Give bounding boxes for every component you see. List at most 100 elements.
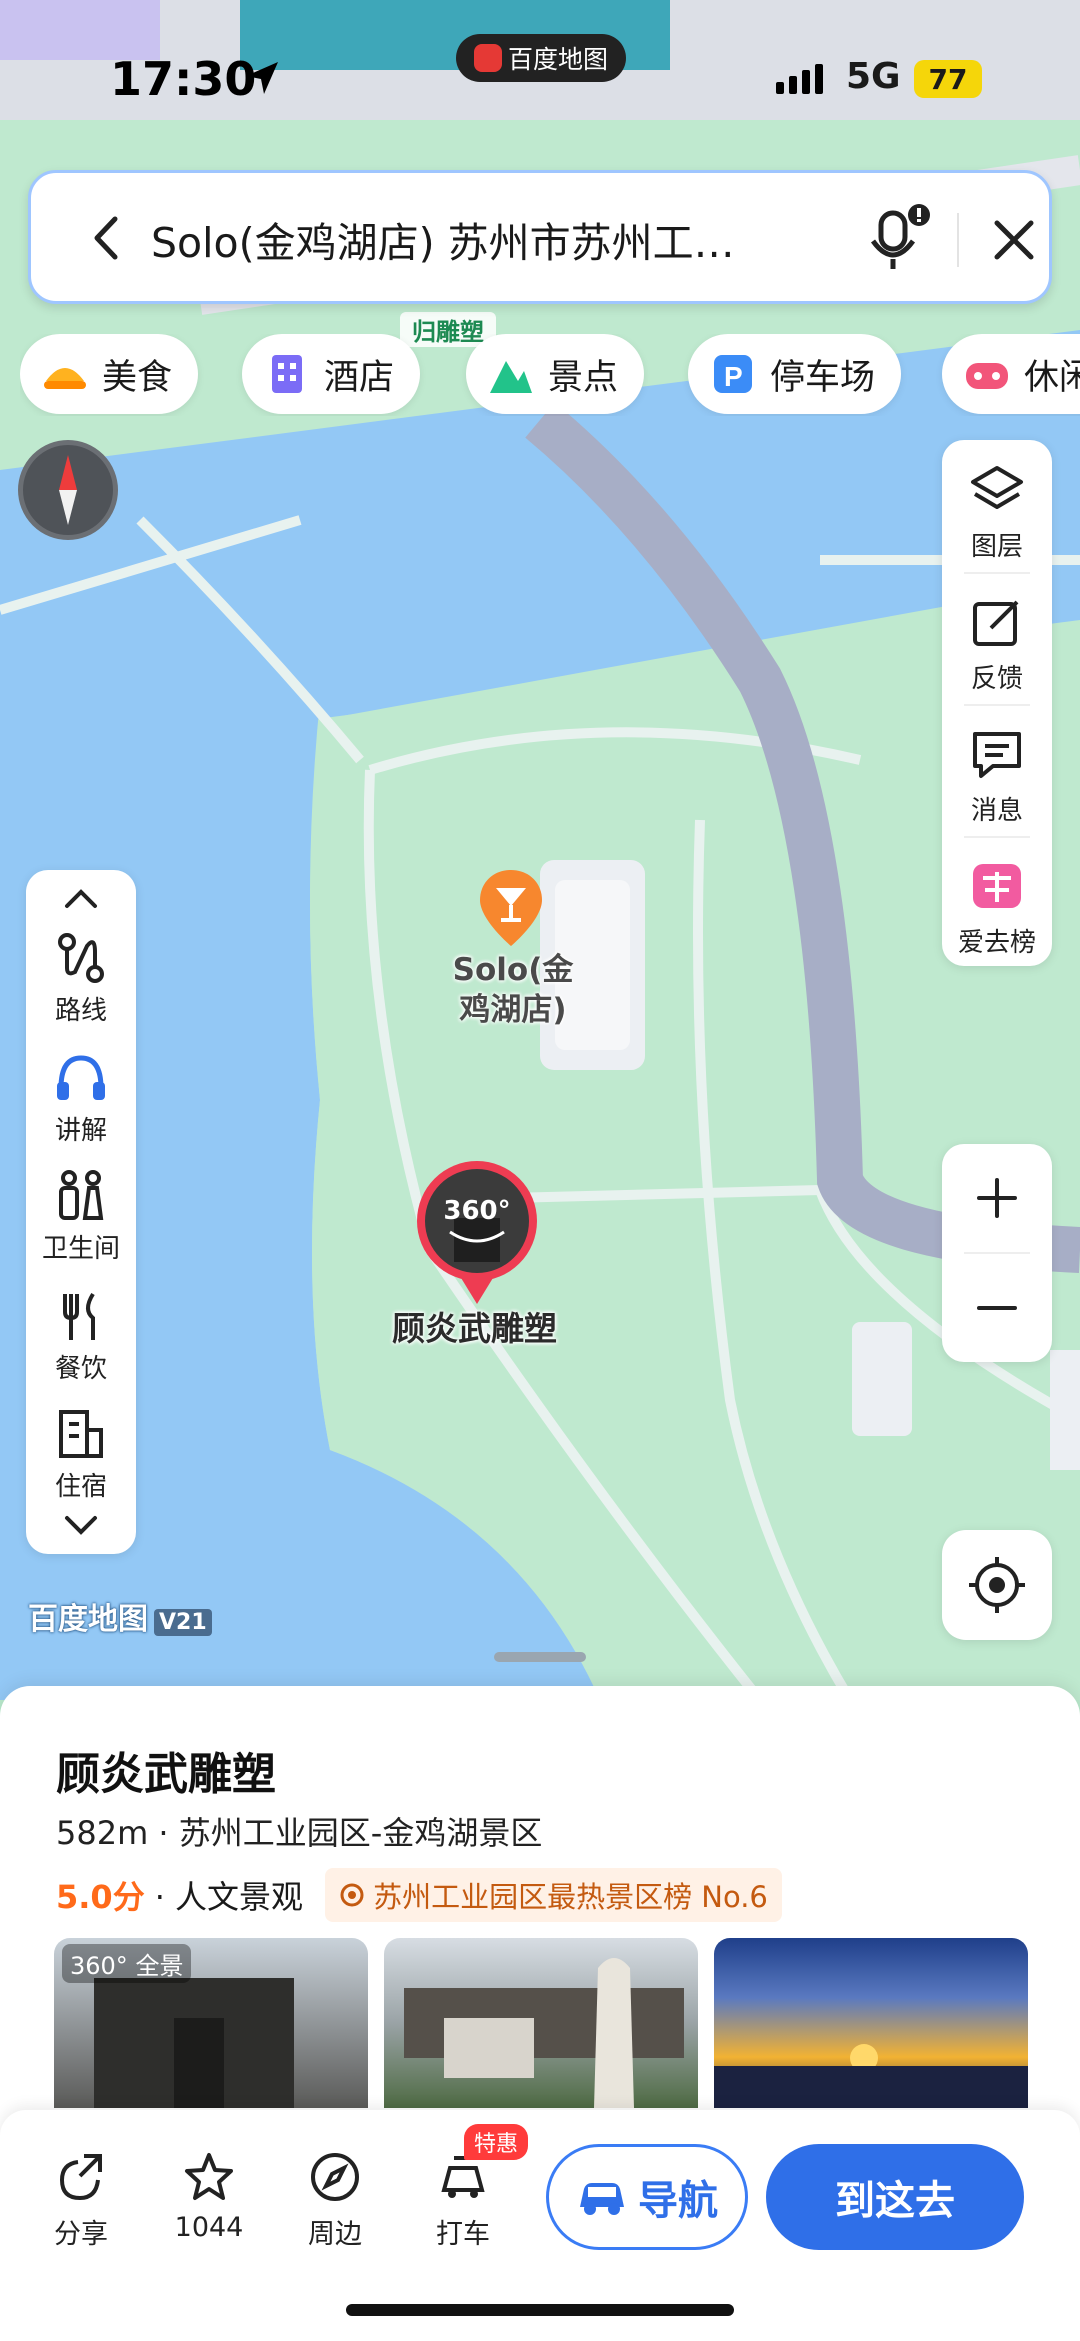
chevron-down-icon[interactable] [59,1510,103,1540]
search-bar[interactable]: Solo(金鸡湖店) 苏州市苏州工… [28,170,1052,304]
status-time: 17:30 [110,52,257,106]
baidu-map-logo: 百度地图 V21 [28,1594,212,1638]
place-name: 顾炎武雕塑 [56,1749,276,1800]
category-chips: 美食 酒店 景点 P 停车场 休闲 [20,334,1080,416]
ranking-label: 爱去榜 [957,928,1036,958]
favorite-button[interactable]: 1044 [154,2150,264,2243]
audio-guide-button[interactable]: 讲解 [26,1052,136,1147]
network-type: 5G [846,56,901,97]
dining-button[interactable]: 餐饮 [26,1290,136,1385]
sheet-drag-handle[interactable] [494,1652,586,1662]
logo-version: V21 [154,1609,212,1636]
feedback-label: 反馈 [970,664,1023,694]
rank-text: 苏州工业园区最热景区榜 No.6 [373,1880,768,1914]
photo-panorama[interactable]: 360° 全景 [54,1938,368,2108]
chip-parking[interactable]: P 停车场 [688,334,902,414]
chip-label: 停车场 [770,357,876,398]
logo-text: 百度地图 [28,1602,148,1637]
message-icon [973,732,1021,778]
sculpture-marker-label: 顾炎武雕塑 [392,1309,557,1348]
layers-icon [971,466,1023,509]
go-here-label: 到这去 [835,2178,955,2224]
lodging-button[interactable]: 住宿 [26,1408,136,1503]
place-category: · 人文景观 [154,1878,304,1916]
leisure-icon [966,363,1008,389]
car-icon [580,2183,624,2215]
place-distance-area: 582m · 苏州工业园区-金鸡湖景区 [56,1814,543,1852]
bar-marker[interactable] [478,868,544,948]
dining-label: 餐饮 [54,1354,107,1384]
nearby-button[interactable]: 周边 [280,2150,390,2251]
share-button[interactable]: 分享 [26,2150,136,2251]
lodging-label: 住宿 [54,1472,107,1502]
audio-guide-icon [57,1055,105,1100]
nearby-label: 周边 [308,2219,362,2250]
zoom-control [942,1144,1052,1362]
close-icon[interactable] [989,215,1039,265]
photo-strip: 360° 全景 [54,1938,1054,2108]
back-icon[interactable] [83,213,133,263]
layers-label: 图层 [970,532,1023,562]
ranking-icon [973,864,1021,908]
compass[interactable] [18,440,118,540]
app-indicator: 百度地图 [456,34,626,82]
scenic-icon [490,361,532,393]
message-button[interactable]: 消息 [942,704,1052,834]
lodging-icon [59,1410,103,1458]
go-here-button[interactable]: 到这去 [766,2144,1024,2250]
mic-icon[interactable] [863,203,933,277]
chip-label: 美食 [102,357,173,398]
home-indicator[interactable] [346,2304,734,2316]
route-icon [58,933,104,983]
right-toolbar: 图层 反馈 消息 爱去榜 [942,440,1052,966]
chip-hotel[interactable]: 酒店 [242,334,421,414]
zoom-out-icon[interactable] [975,1286,1019,1330]
photo-sunset[interactable] [714,1938,1028,2108]
rank-badge[interactable]: 苏州工业园区最热景区榜 No.6 [325,1868,782,1922]
toilet-button[interactable]: 卫生间 [26,1170,136,1265]
status-bar: 17:30 百度地图 5G 77 [0,0,1080,150]
feedback-icon [973,600,1019,646]
compass-icon [59,455,77,525]
layers-button[interactable]: 图层 [942,440,1052,570]
location-arrow-icon [246,62,278,94]
locate-button[interactable] [942,1530,1052,1640]
share-icon [59,2154,102,2201]
search-divider [957,213,959,267]
sunset-photo [714,2044,1028,2108]
navigate-label: 导航 [638,2178,718,2224]
panorama-pin-icon [417,1161,537,1304]
route-button[interactable]: 路线 [26,932,136,1027]
panorama-tag-360: 360° [70,1952,128,1980]
chip-label: 休闲 [1024,357,1080,398]
taxi-promo-badge: 特惠 [464,2124,529,2160]
feedback-button[interactable]: 反馈 [942,572,1052,702]
ranking-button[interactable]: 爱去榜 [942,836,1052,966]
battery-level: 77 [928,62,968,96]
place-score: 5.0分 [56,1878,145,1916]
statue-photo [404,1958,684,2108]
zoom-in-icon[interactable] [975,1176,1019,1220]
photo-statue[interactable] [384,1938,698,2108]
baidu-map-app-icon [473,44,502,72]
panorama-tag: 360° 全景 [62,1944,192,1983]
food-icon [44,368,86,389]
app-name: 百度地图 [507,45,608,74]
panorama-tag-text: 全景 [135,1952,184,1980]
panorama-badge: 360° [443,1196,511,1226]
hotel-icon [272,355,302,393]
taxi-label: 打车 [436,2219,490,2250]
chevron-up-icon[interactable] [59,884,103,914]
chip-label: 景点 [548,357,619,398]
message-label: 消息 [970,796,1023,826]
battery-indicator: 77 [914,60,982,98]
navigate-button[interactable]: 导航 [546,2144,748,2250]
rating-row: 5.0分 · 人文景观 苏州工业园区最热景区榜 No.6 [56,1868,782,1922]
chip-food[interactable]: 美食 [20,334,199,414]
chip-scenic[interactable]: 景点 [466,334,645,414]
audio-guide-label: 讲解 [54,1116,107,1146]
search-query[interactable]: Solo(金鸡湖店) 苏州市苏州工… [151,209,811,269]
sculpture-marker[interactable]: 360° [414,1158,540,1306]
taxi-button[interactable]: 打车 [408,2150,518,2251]
chip-leisure[interactable]: 休闲 [942,334,1080,414]
